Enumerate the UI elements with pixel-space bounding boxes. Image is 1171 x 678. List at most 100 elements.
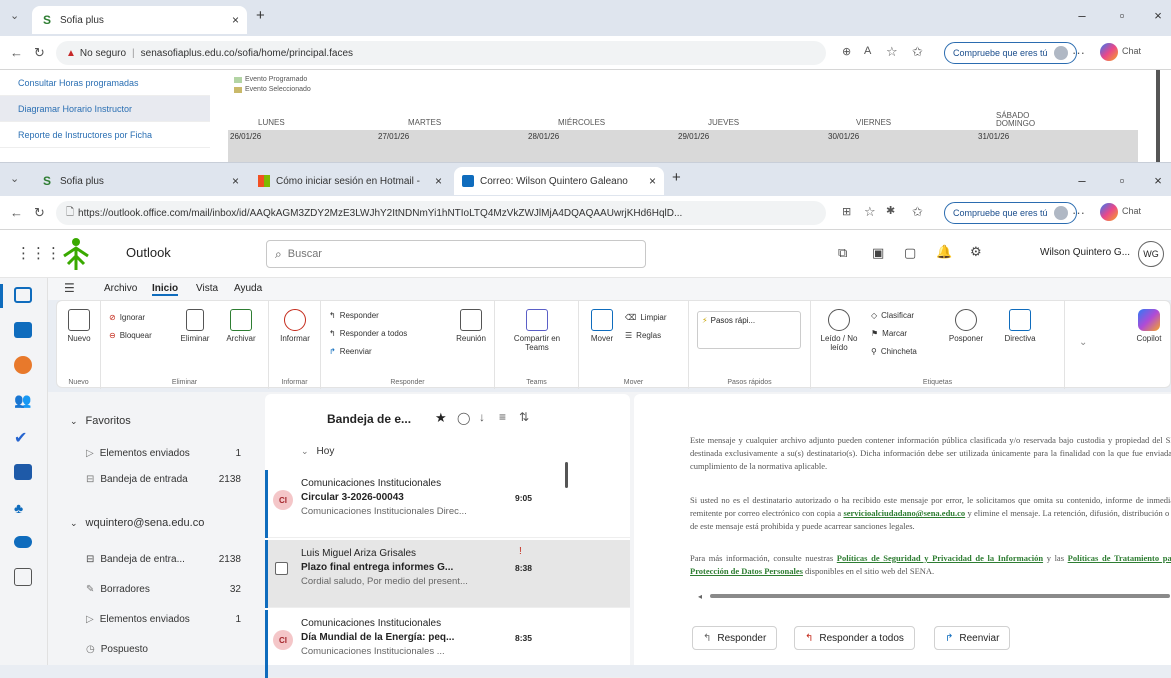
filter-icon[interactable]: ≡: [499, 410, 506, 424]
jump-icon[interactable]: ↓: [479, 410, 485, 424]
reload-icon[interactable]: ↻: [34, 45, 45, 61]
minimize-button[interactable]: –: [1062, 0, 1102, 30]
list-item[interactable]: CI Comunicaciones Institucionales Circul…: [265, 470, 630, 538]
favorite-star-icon[interactable]: ☆: [864, 204, 876, 220]
reply-button[interactable]: ↰ Responder: [692, 626, 778, 650]
new-mail-button[interactable]: Nuevo: [63, 309, 95, 343]
block-button[interactable]: ⊖ Bloquear: [109, 331, 152, 340]
folder-drafts[interactable]: ✎ Borradores 32: [48, 576, 263, 602]
more-apps-icon[interactable]: [14, 568, 32, 586]
favorites-header[interactable]: ⌄ Favoritos: [48, 408, 263, 434]
move-button[interactable]: Mover: [585, 309, 619, 343]
sofia-link-diagramar[interactable]: Diagramar Horario Instructor: [0, 96, 210, 122]
more-icon[interactable]: ···: [1072, 205, 1085, 220]
select-checkbox[interactable]: [275, 562, 288, 575]
front-url-field[interactable]: 🗋 https://outlook.office.com/mail/inbox/…: [56, 201, 826, 225]
favorites-icon[interactable]: ✩: [912, 204, 923, 220]
account-header[interactable]: ⌄ wquintero@sena.edu.co: [48, 510, 263, 536]
date-cell[interactable]: 26/01/26: [230, 132, 261, 141]
tab-list-icon[interactable]: ⌄: [10, 9, 19, 22]
tab-archivo[interactable]: Archivo: [104, 283, 137, 294]
policy-button[interactable]: Directiva: [995, 309, 1045, 343]
back-arrow-icon[interactable]: ←: [10, 45, 23, 60]
close-tab-icon[interactable]: ×: [649, 174, 656, 188]
date-cell[interactable]: 30/01/26: [828, 132, 859, 141]
copilot-label[interactable]: Chat: [1122, 46, 1141, 56]
calendar-icon[interactable]: [14, 322, 32, 338]
reply-all-button[interactable]: ↰ Responder a todos: [329, 329, 407, 338]
sofia-link-reporte[interactable]: Reporte de Instructores por Ficha: [0, 122, 210, 148]
close-tab-icon[interactable]: ×: [435, 174, 442, 188]
date-cell[interactable]: 31/01/26: [978, 132, 1009, 141]
new-tab-button[interactable]: +: [672, 169, 681, 186]
gear-icon[interactable]: ⚙: [970, 244, 982, 260]
date-cell[interactable]: 28/01/26: [528, 132, 559, 141]
zoom-icon[interactable]: ⊕: [842, 45, 851, 58]
meet-now-icon[interactable]: ⧉: [838, 245, 847, 261]
reply-button[interactable]: ↰ Responder: [329, 311, 379, 320]
avatar[interactable]: WG: [1138, 241, 1164, 267]
quick-steps-box[interactable]: ⚡ Pasos rápi...: [697, 311, 801, 349]
front-tab-hotmail[interactable]: Cómo iniciar sesión en Hotmail - ×: [250, 167, 450, 195]
tab-vista[interactable]: Vista: [196, 283, 218, 294]
bell-icon[interactable]: 🔔: [936, 244, 952, 260]
front-tab-outlook[interactable]: Correo: Wilson Quintero Galeano ×: [454, 167, 664, 195]
tab-list-icon[interactable]: ⌄: [10, 172, 19, 185]
user-name[interactable]: Wilson Quintero G...: [1040, 247, 1130, 258]
horizontal-scrollbar[interactable]: [710, 594, 1170, 598]
front-profile-pill[interactable]: Compruebe que eres tú: [944, 202, 1077, 224]
onenote-icon[interactable]: ▣: [872, 245, 884, 261]
forward-button[interactable]: ↱ Reenviar: [934, 626, 1011, 650]
back-profile-pill[interactable]: Compruebe que eres tú: [944, 42, 1077, 64]
new-tab-button[interactable]: +: [256, 7, 265, 24]
ignore-button[interactable]: ⊘ Ignorar: [109, 313, 145, 322]
folder-sent-fav[interactable]: ▷ Elementos enviados 1: [48, 440, 263, 466]
delete-button[interactable]: Eliminar: [175, 309, 215, 343]
archive-button[interactable]: Archivar: [219, 309, 263, 343]
share-teams-button[interactable]: Compartir en Teams: [505, 309, 569, 352]
reload-icon[interactable]: ↻: [34, 205, 45, 221]
close-tab-icon[interactable]: ×: [232, 13, 239, 27]
service-email-link[interactable]: servicioalciudadano@sena.edu.co: [843, 508, 965, 518]
back-url-field[interactable]: ▲ No seguro | senasofiaplus.edu.co/sofia…: [56, 41, 826, 65]
back-tab-sofia[interactable]: S Sofia plus ×: [32, 6, 247, 34]
copilot-label[interactable]: Chat: [1122, 206, 1141, 216]
read-unread-button[interactable]: Leído / No leído: [817, 309, 861, 352]
teams-icon[interactable]: ▢: [904, 245, 916, 261]
reply-all-button[interactable]: ↰ Responder a todos: [794, 626, 915, 650]
people-icon[interactable]: 👥: [14, 392, 31, 409]
search-input[interactable]: [287, 248, 618, 260]
favorite-star-icon[interactable]: ☆: [886, 44, 898, 60]
snooze-button[interactable]: Posponer: [941, 309, 991, 343]
folder-snoozed[interactable]: ◷ Pospuesto: [48, 636, 263, 662]
date-cell[interactable]: 29/01/26: [678, 132, 709, 141]
maximize-button[interactable]: ▫: [1102, 0, 1142, 30]
favorites-icon[interactable]: ✩: [912, 44, 923, 60]
copilot-button[interactable]: Copilot: [1131, 309, 1167, 343]
copilot-icon[interactable]: [1100, 43, 1118, 61]
app-launcher-icon[interactable]: ⋮⋮⋮: [16, 244, 61, 262]
split-screen-icon[interactable]: ⊞: [842, 205, 851, 218]
sweep-button[interactable]: ⌫ Limpiar: [625, 313, 667, 322]
security-policy-link[interactable]: Políticas de Seguridad y Privacidad de l…: [837, 553, 1043, 563]
rules-button[interactable]: ☰ Reglas: [625, 331, 661, 340]
read-aloud-icon[interactable]: A: [864, 45, 871, 57]
report-button[interactable]: Informar: [275, 309, 315, 343]
pin-button[interactable]: ⚲ Chincheta: [871, 347, 917, 356]
close-window-button[interactable]: ×: [1138, 165, 1171, 195]
list-item[interactable]: CI Comunicaciones Institucionales Día Mu…: [265, 610, 630, 678]
back-arrow-icon[interactable]: ←: [10, 205, 23, 220]
folder-sent[interactable]: ▷ Elementos enviados 1: [48, 606, 263, 632]
scroll-left-icon[interactable]: ◂: [698, 592, 702, 601]
tab-inicio[interactable]: Inicio: [152, 283, 179, 296]
front-tab-sofia[interactable]: S Sofia plus ×: [32, 167, 247, 195]
page-scrollbar[interactable]: [1156, 70, 1160, 162]
sort-icon[interactable]: ⇅: [519, 410, 529, 424]
copilot-icon[interactable]: [1100, 203, 1118, 221]
minimize-button[interactable]: –: [1062, 165, 1102, 195]
group-header[interactable]: ⌄ Hoy: [301, 446, 334, 457]
date-cell[interactable]: 27/01/26: [378, 132, 409, 141]
close-window-button[interactable]: ×: [1138, 0, 1171, 30]
word-icon[interactable]: [14, 464, 32, 480]
sofia-link-consultar[interactable]: Consultar Horas programadas: [0, 70, 210, 96]
